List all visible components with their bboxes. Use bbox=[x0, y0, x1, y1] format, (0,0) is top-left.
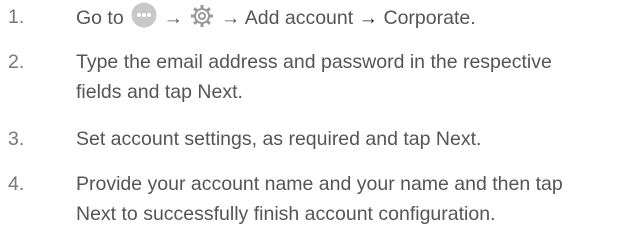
step-text: Type the email address and password in t… bbox=[76, 47, 632, 107]
step-text: Set account settings, as required and ta… bbox=[76, 124, 632, 154]
step-number: 1. bbox=[8, 6, 25, 28]
go-to-text: Go to bbox=[76, 7, 124, 29]
bold-arrow-icon: → bbox=[358, 7, 379, 29]
step-text-line: Type the email address and password in t… bbox=[76, 51, 552, 73]
step-text-line: Provide your account name and your name … bbox=[76, 173, 563, 195]
settings-icon bbox=[190, 4, 214, 37]
apps-icon bbox=[131, 2, 157, 37]
add-account-text: Add account bbox=[244, 7, 354, 29]
step-number: 4. bbox=[8, 173, 25, 195]
step-text: Go to → → Add account → Corporate. bbox=[76, 2, 632, 37]
arrow-icon: → bbox=[163, 7, 184, 29]
step-number: 3. bbox=[8, 128, 25, 150]
step-text-line: Next to successfully finish account conf… bbox=[76, 203, 496, 225]
step-text-line: fields and tap Next. bbox=[76, 81, 243, 103]
corporate-text: Corporate. bbox=[383, 7, 476, 29]
step-text-line: Set account settings, as required and ta… bbox=[76, 128, 482, 150]
step-text: Provide your account name and your name … bbox=[76, 169, 632, 229]
step-number: 2. bbox=[8, 51, 25, 73]
arrow-icon: → bbox=[220, 7, 241, 29]
